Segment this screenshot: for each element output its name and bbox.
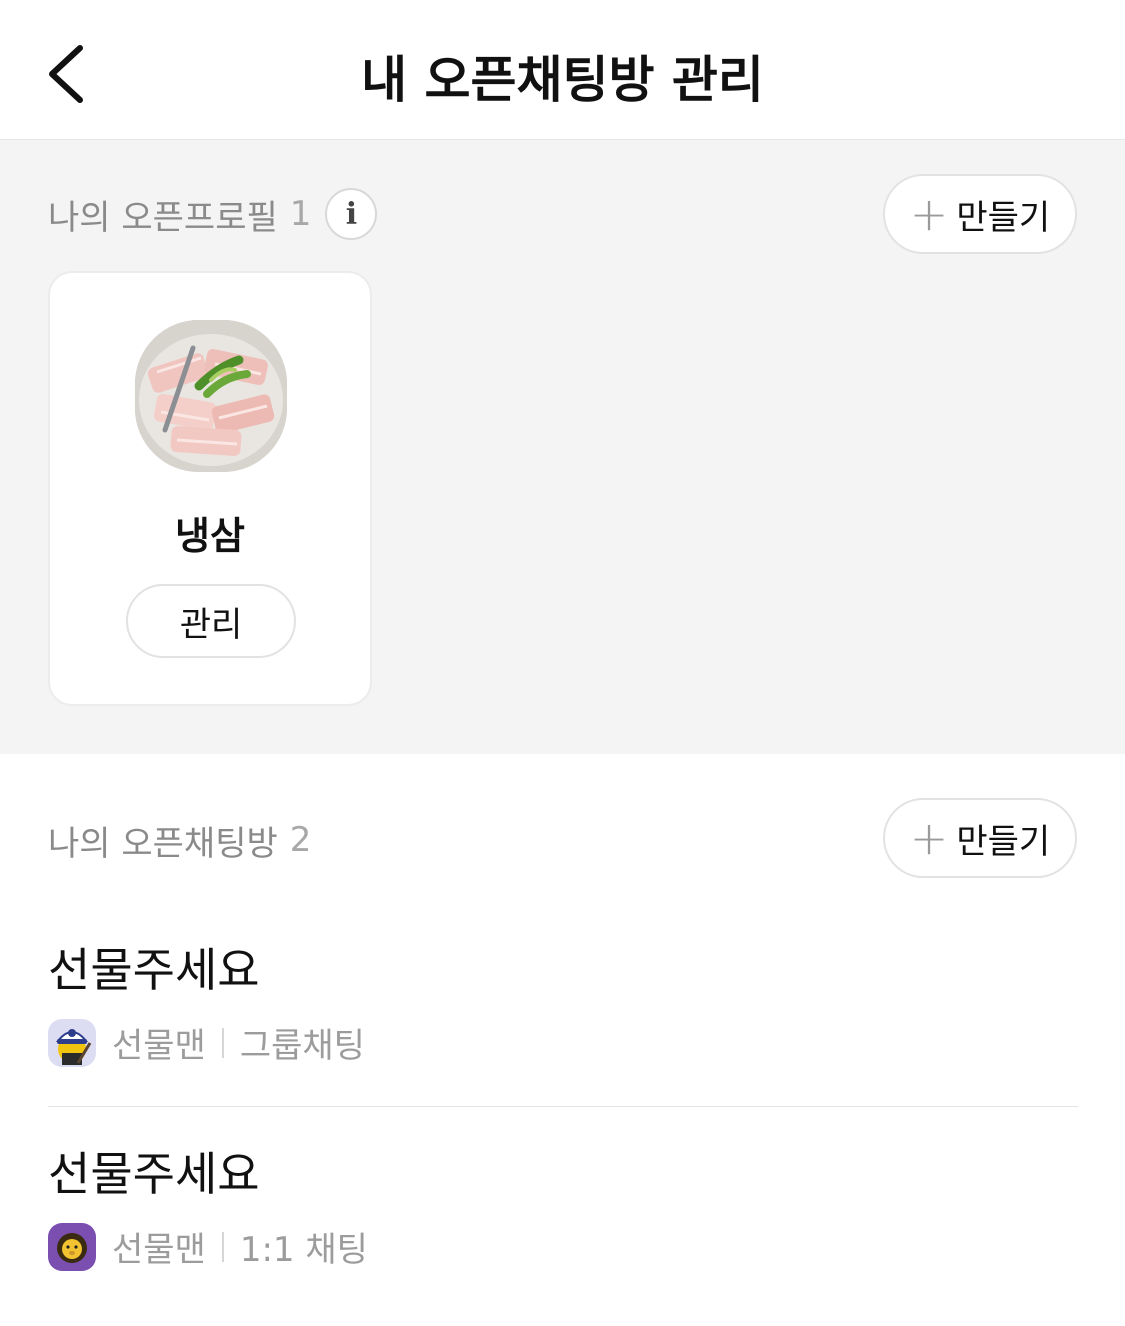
manage-button[interactable]: 관리	[126, 584, 296, 658]
chat-list-item[interactable]: 선물주세요 선물맨 그룹채팅	[48, 934, 1078, 1067]
plus-icon: +	[909, 811, 949, 865]
create-profile-button[interactable]: + 만들기	[883, 174, 1077, 254]
open-profile-section: 나의 오픈프로필 1 i + 만들기 냉삼 관리	[0, 140, 1125, 754]
open-chat-count: 2	[289, 820, 312, 860]
profile-card[interactable]: 냉삼 관리	[48, 271, 372, 706]
create-profile-label: 만들기	[956, 197, 1051, 238]
chat-meta: 선물맨 1:1 채팅	[48, 1222, 1078, 1271]
open-chat-section: 나의 오픈채팅방 2 + 만들기 선물주세요 선물맨 그룹채팅 선물주세요 선물…	[0, 754, 1125, 1326]
list-divider	[48, 1106, 1078, 1107]
chat-thumbnail	[48, 1222, 96, 1271]
top-bar: 내 오픈채팅방 관리	[0, 0, 1125, 140]
chat-meta: 선물맨 그룹채팅	[48, 1018, 1078, 1067]
character-cap-icon	[48, 1018, 96, 1067]
info-icon[interactable]: i	[325, 188, 378, 240]
pork-belly-photo	[135, 320, 287, 472]
chat-host: 선물맨	[112, 1230, 206, 1270]
create-chat-button[interactable]: + 만들기	[883, 798, 1077, 878]
chat-type: 그룹채팅	[239, 1026, 365, 1066]
page-title: 내 오픈채팅방 관리	[361, 51, 764, 109]
open-chat-label: 나의 오픈채팅방	[48, 823, 278, 864]
chat-thumbnail	[48, 1018, 96, 1067]
open-profile-count: 1	[289, 194, 312, 234]
open-profile-heading: 나의 오픈프로필 1 i	[48, 188, 378, 240]
separator	[221, 1027, 224, 1058]
profile-name: 냉삼	[175, 514, 245, 558]
separator	[221, 1231, 224, 1262]
plus-icon: +	[909, 187, 949, 241]
chat-host: 선물맨	[112, 1026, 206, 1066]
chat-list-item[interactable]: 선물주세요 선물맨 1:1 채팅	[48, 1138, 1078, 1271]
open-profile-label: 나의 오픈프로필	[48, 197, 278, 238]
profile-avatar	[135, 320, 287, 472]
chat-title: 선물주세요	[48, 943, 260, 997]
create-chat-label: 만들기	[956, 821, 1051, 862]
character-lion-icon	[48, 1222, 96, 1271]
open-chat-heading: 나의 오픈채팅방 2	[48, 814, 311, 866]
chat-type: 1:1 채팅	[239, 1230, 368, 1270]
chat-title: 선물주세요	[48, 1147, 260, 1201]
